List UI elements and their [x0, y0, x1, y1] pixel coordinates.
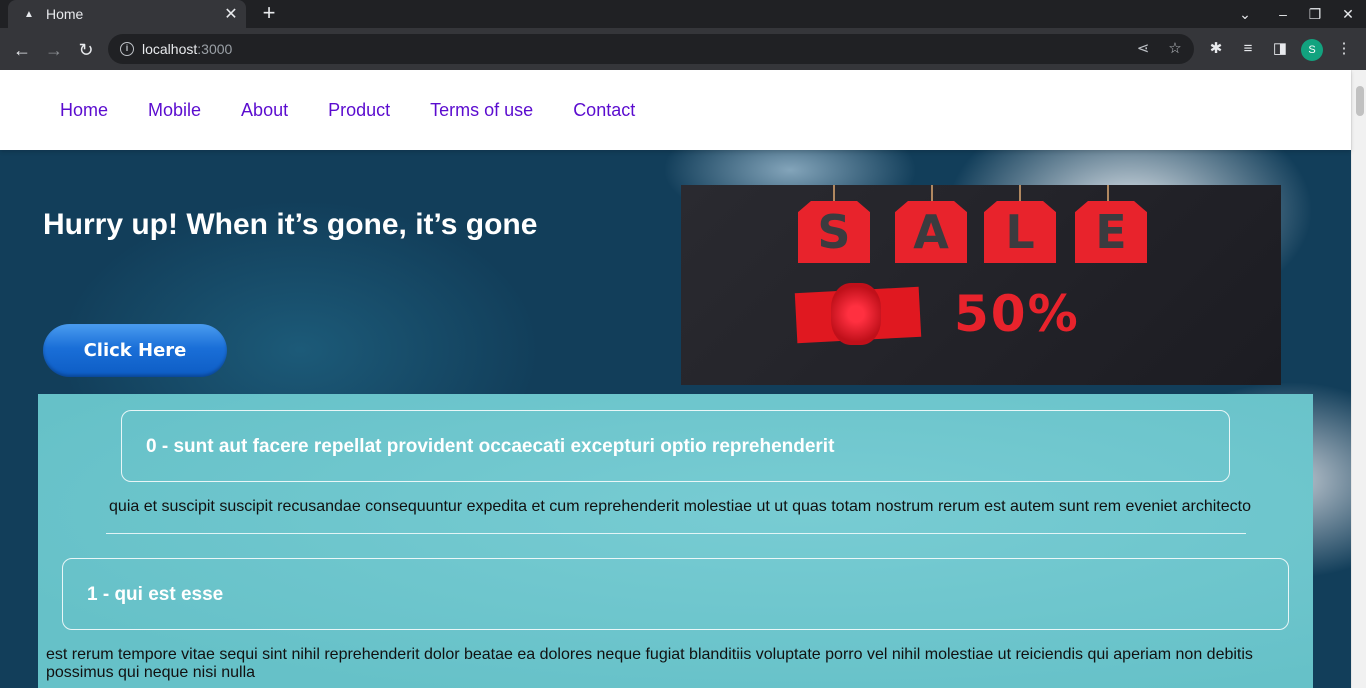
media-queue-icon[interactable]: ≡	[1238, 39, 1258, 59]
minimize-icon[interactable]: –	[1271, 3, 1295, 25]
post-body: est rerum tempore vitae sequi sint nihil…	[46, 646, 1253, 681]
post-body: quia et suscipit suscipit recusandae con…	[109, 498, 1251, 515]
site-navbar: Home Mobile About Product Terms of use C…	[0, 70, 1351, 150]
nav-link-product[interactable]: Product	[328, 100, 390, 121]
browser-toolbar: ← → ↻ i localhost:3000 ⋖ ☆ ✱ ≡ ◨ S ⋮	[0, 28, 1366, 70]
hero-section: Hurry up! When it’s gone, it’s gone Clic…	[0, 150, 1351, 688]
post-title: 0 - sunt aut facere repellat provident o…	[146, 436, 835, 457]
profile-avatar[interactable]: S	[1301, 39, 1323, 61]
click-here-button[interactable]: Click Here	[43, 324, 227, 377]
site-info-icon[interactable]: i	[120, 42, 134, 56]
tag-string	[931, 185, 933, 201]
nav-link-about[interactable]: About	[241, 100, 288, 121]
nav-link-contact[interactable]: Contact	[573, 100, 635, 121]
scrollbar-thumb[interactable]	[1356, 86, 1364, 116]
tab-search-chevron-icon[interactable]: ⌄	[1233, 3, 1257, 25]
restore-icon[interactable]: ❐	[1303, 3, 1327, 25]
share-icon[interactable]: ⋖	[1134, 40, 1152, 58]
tag-string	[833, 185, 835, 201]
nav-link-mobile[interactable]: Mobile	[148, 100, 201, 121]
post-card[interactable]: 1 - qui est esse	[62, 558, 1289, 630]
hero-title: Hurry up! When it’s gone, it’s gone	[43, 208, 538, 241]
sale-tag-letter: S	[798, 201, 870, 263]
close-window-icon[interactable]: ✕	[1336, 3, 1360, 25]
menu-kebab-icon[interactable]: ⋮	[1334, 39, 1354, 59]
post-divider	[106, 533, 1246, 534]
browser-tabbar: ▲ Home ✕ + ⌄ – ❐ ✕	[0, 0, 1366, 28]
sale-tag-letter: E	[1075, 201, 1147, 263]
gift-bow-icon	[831, 283, 881, 345]
forward-icon[interactable]: →	[42, 38, 66, 62]
side-panel-icon[interactable]: ◨	[1270, 39, 1290, 59]
sale-percent: 50%	[954, 285, 1080, 343]
tab-title: Home	[46, 6, 84, 22]
nav-link-terms[interactable]: Terms of use	[430, 100, 533, 121]
post-card[interactable]: 0 - sunt aut facere repellat provident o…	[121, 410, 1230, 482]
close-tab-icon[interactable]: ✕	[220, 3, 242, 25]
triangle-favicon-icon: ▲	[24, 8, 34, 20]
sale-tag-letter: L	[984, 201, 1056, 263]
page-scrollbar[interactable]	[1351, 70, 1366, 688]
sale-tag-letter: A	[895, 201, 967, 263]
posts-section: 0 - sunt aut facere repellat provident o…	[38, 394, 1313, 688]
nav-link-home[interactable]: Home	[60, 100, 108, 121]
extensions-icon[interactable]: ✱	[1206, 39, 1226, 59]
browser-tab[interactable]: ▲ Home ✕	[8, 0, 246, 28]
url-text: localhost:3000	[142, 41, 233, 57]
reload-icon[interactable]: ↻	[74, 38, 98, 62]
tag-string	[1107, 185, 1109, 201]
new-tab-icon[interactable]: +	[258, 2, 280, 25]
sale-banner-image: S A L E 50%	[681, 185, 1281, 385]
page-viewport: Home Mobile About Product Terms of use C…	[0, 70, 1366, 688]
bookmark-star-icon[interactable]: ☆	[1166, 40, 1184, 58]
tag-string	[1019, 185, 1021, 201]
post-title: 1 - qui est esse	[87, 584, 224, 605]
back-icon[interactable]: ←	[10, 38, 34, 62]
address-bar[interactable]: i localhost:3000 ⋖ ☆	[108, 34, 1194, 64]
